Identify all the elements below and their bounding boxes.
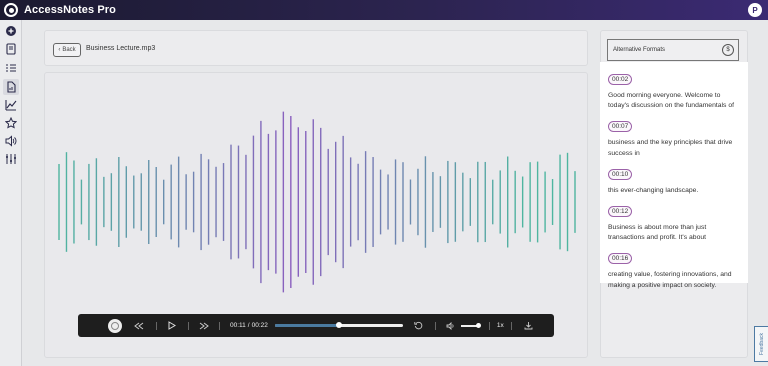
time-separator: / [247,322,250,329]
transcript-text: business and the key principles that dri… [608,139,733,157]
transcript-segment[interactable]: 00:02 Good morning everyone. Welcome to … [608,68,742,111]
audio-player: 00:11 / 00:22 1x [78,314,554,337]
transcript-text: creating value, fostering innovations, a… [608,271,732,289]
back-button[interactable]: ‹ Back [53,43,81,57]
record-button[interactable] [108,318,122,333]
transcript-segment[interactable]: 00:12 Business is about more than just t… [608,200,742,243]
transcript-text: this ever-changing landscape. [608,186,699,194]
feedback-label: Feedback [758,333,765,355]
timestamp-badge[interactable]: 00:02 [608,74,633,85]
chevron-left-icon: ‹ [58,47,61,53]
main-panel: ‹ Back Business Lecture.mp3 00:11 / 00:2… [44,30,590,358]
volume-slider[interactable] [460,322,481,328]
transcript-text: Business is about more than just transac… [608,224,707,242]
top-bar: AccessNotes Pro P [0,0,768,20]
app-logo-icon [4,3,18,17]
sidebar [0,20,22,366]
volume-thumb[interactable] [475,322,481,328]
dollar-circle-icon: $ [722,44,734,56]
download-icon[interactable] [524,321,533,330]
play-icon[interactable] [168,321,176,330]
transcript-text: Good morning everyone. Welcome to today'… [608,92,734,110]
list-icon[interactable] [3,60,19,76]
fast-forward-icon[interactable] [199,322,209,330]
transcript-segment[interactable]: 00:07 business and the key principles th… [608,115,742,158]
sliders-icon[interactable] [3,151,19,167]
speed-button[interactable]: 1x [497,322,504,329]
add-circle-icon[interactable] [3,23,19,39]
rewind-icon[interactable] [134,322,144,330]
speaker-icon[interactable] [3,133,19,149]
transcript-segment[interactable]: 00:16 creating value, fostering innovati… [608,247,742,290]
feedback-tab[interactable]: Feedback [754,326,768,362]
file-name: Business Lecture.mp3 [86,45,156,52]
back-label: Back [62,47,76,53]
star-icon[interactable] [3,115,19,131]
alternative-formats-label: Alternative Formats [613,47,666,53]
notebook-icon[interactable] [3,41,19,57]
file-header: ‹ Back Business Lecture.mp3 [44,30,588,66]
app-title: AccessNotes Pro [24,4,116,16]
user-avatar[interactable]: P [748,3,762,17]
alternative-formats-button[interactable]: Alternative Formats $ [607,39,739,61]
volume-icon[interactable] [446,321,456,330]
seek-thumb[interactable] [335,322,342,328]
timestamp-badge[interactable]: 00:12 [608,206,633,218]
replay-icon[interactable] [414,321,423,330]
transcript-panel: 00:02 Good morning everyone. Welcome to … [600,62,748,289]
chart-icon[interactable] [3,97,19,113]
timestamp-badge[interactable]: 00:07 [608,121,633,133]
seek-slider[interactable] [274,322,403,328]
audio-file-icon[interactable] [3,79,19,95]
current-time: 00:11 [230,322,246,329]
timestamp-badge[interactable]: 00:10 [608,168,633,180]
duration: 00:22 [251,322,268,329]
timestamp-badge[interactable]: 00:16 [608,253,633,265]
transcript-segment[interactable]: 00:10 this ever-changing landscape. [608,163,742,196]
